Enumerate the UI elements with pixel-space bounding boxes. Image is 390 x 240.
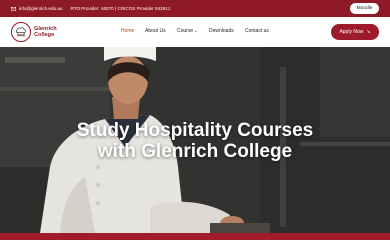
arrow-right-icon: ↘ xyxy=(366,29,371,35)
hero-title-line1: Study Hospitality Courses xyxy=(76,120,314,141)
nav-item-home[interactable]: Home xyxy=(121,28,134,34)
hero-title-line2: with Glenrich College xyxy=(97,141,293,162)
email-link[interactable]: info@glenrich.edu.au xyxy=(11,6,62,11)
hero-banner: Study Hospitality Courses with Glenrich … xyxy=(0,47,390,233)
moodle-button[interactable]: Moodle xyxy=(350,3,379,14)
main-navbar: Glenrich College Home About Us Course⌄ D… xyxy=(0,17,390,47)
nav-item-downloads[interactable]: Downloads xyxy=(209,28,234,34)
mail-icon xyxy=(11,6,16,11)
nav-item-course[interactable]: Course⌄ xyxy=(177,28,197,34)
nav-item-about-us[interactable]: About Us xyxy=(145,28,166,34)
chevron-down-icon: ⌄ xyxy=(194,28,198,33)
email-text: info@glenrich.edu.au xyxy=(19,6,63,11)
apply-now-button[interactable]: Apply Now ↘ xyxy=(331,24,379,40)
apply-now-label: Apply Now xyxy=(339,29,364,35)
hero-bottom-strip xyxy=(0,233,390,240)
rto-provider-text: RTO Provider: 46070 | CRICOS Provider 04… xyxy=(70,6,171,11)
nav-item-contact-us[interactable]: Contact us xyxy=(245,28,269,34)
top-info-bar: info@glenrich.edu.au RTO Provider: 46070… xyxy=(0,0,390,17)
hero-title: Study Hospitality Courses with Glenrich … xyxy=(0,120,390,162)
nav-item-course-label: Course xyxy=(177,28,194,34)
